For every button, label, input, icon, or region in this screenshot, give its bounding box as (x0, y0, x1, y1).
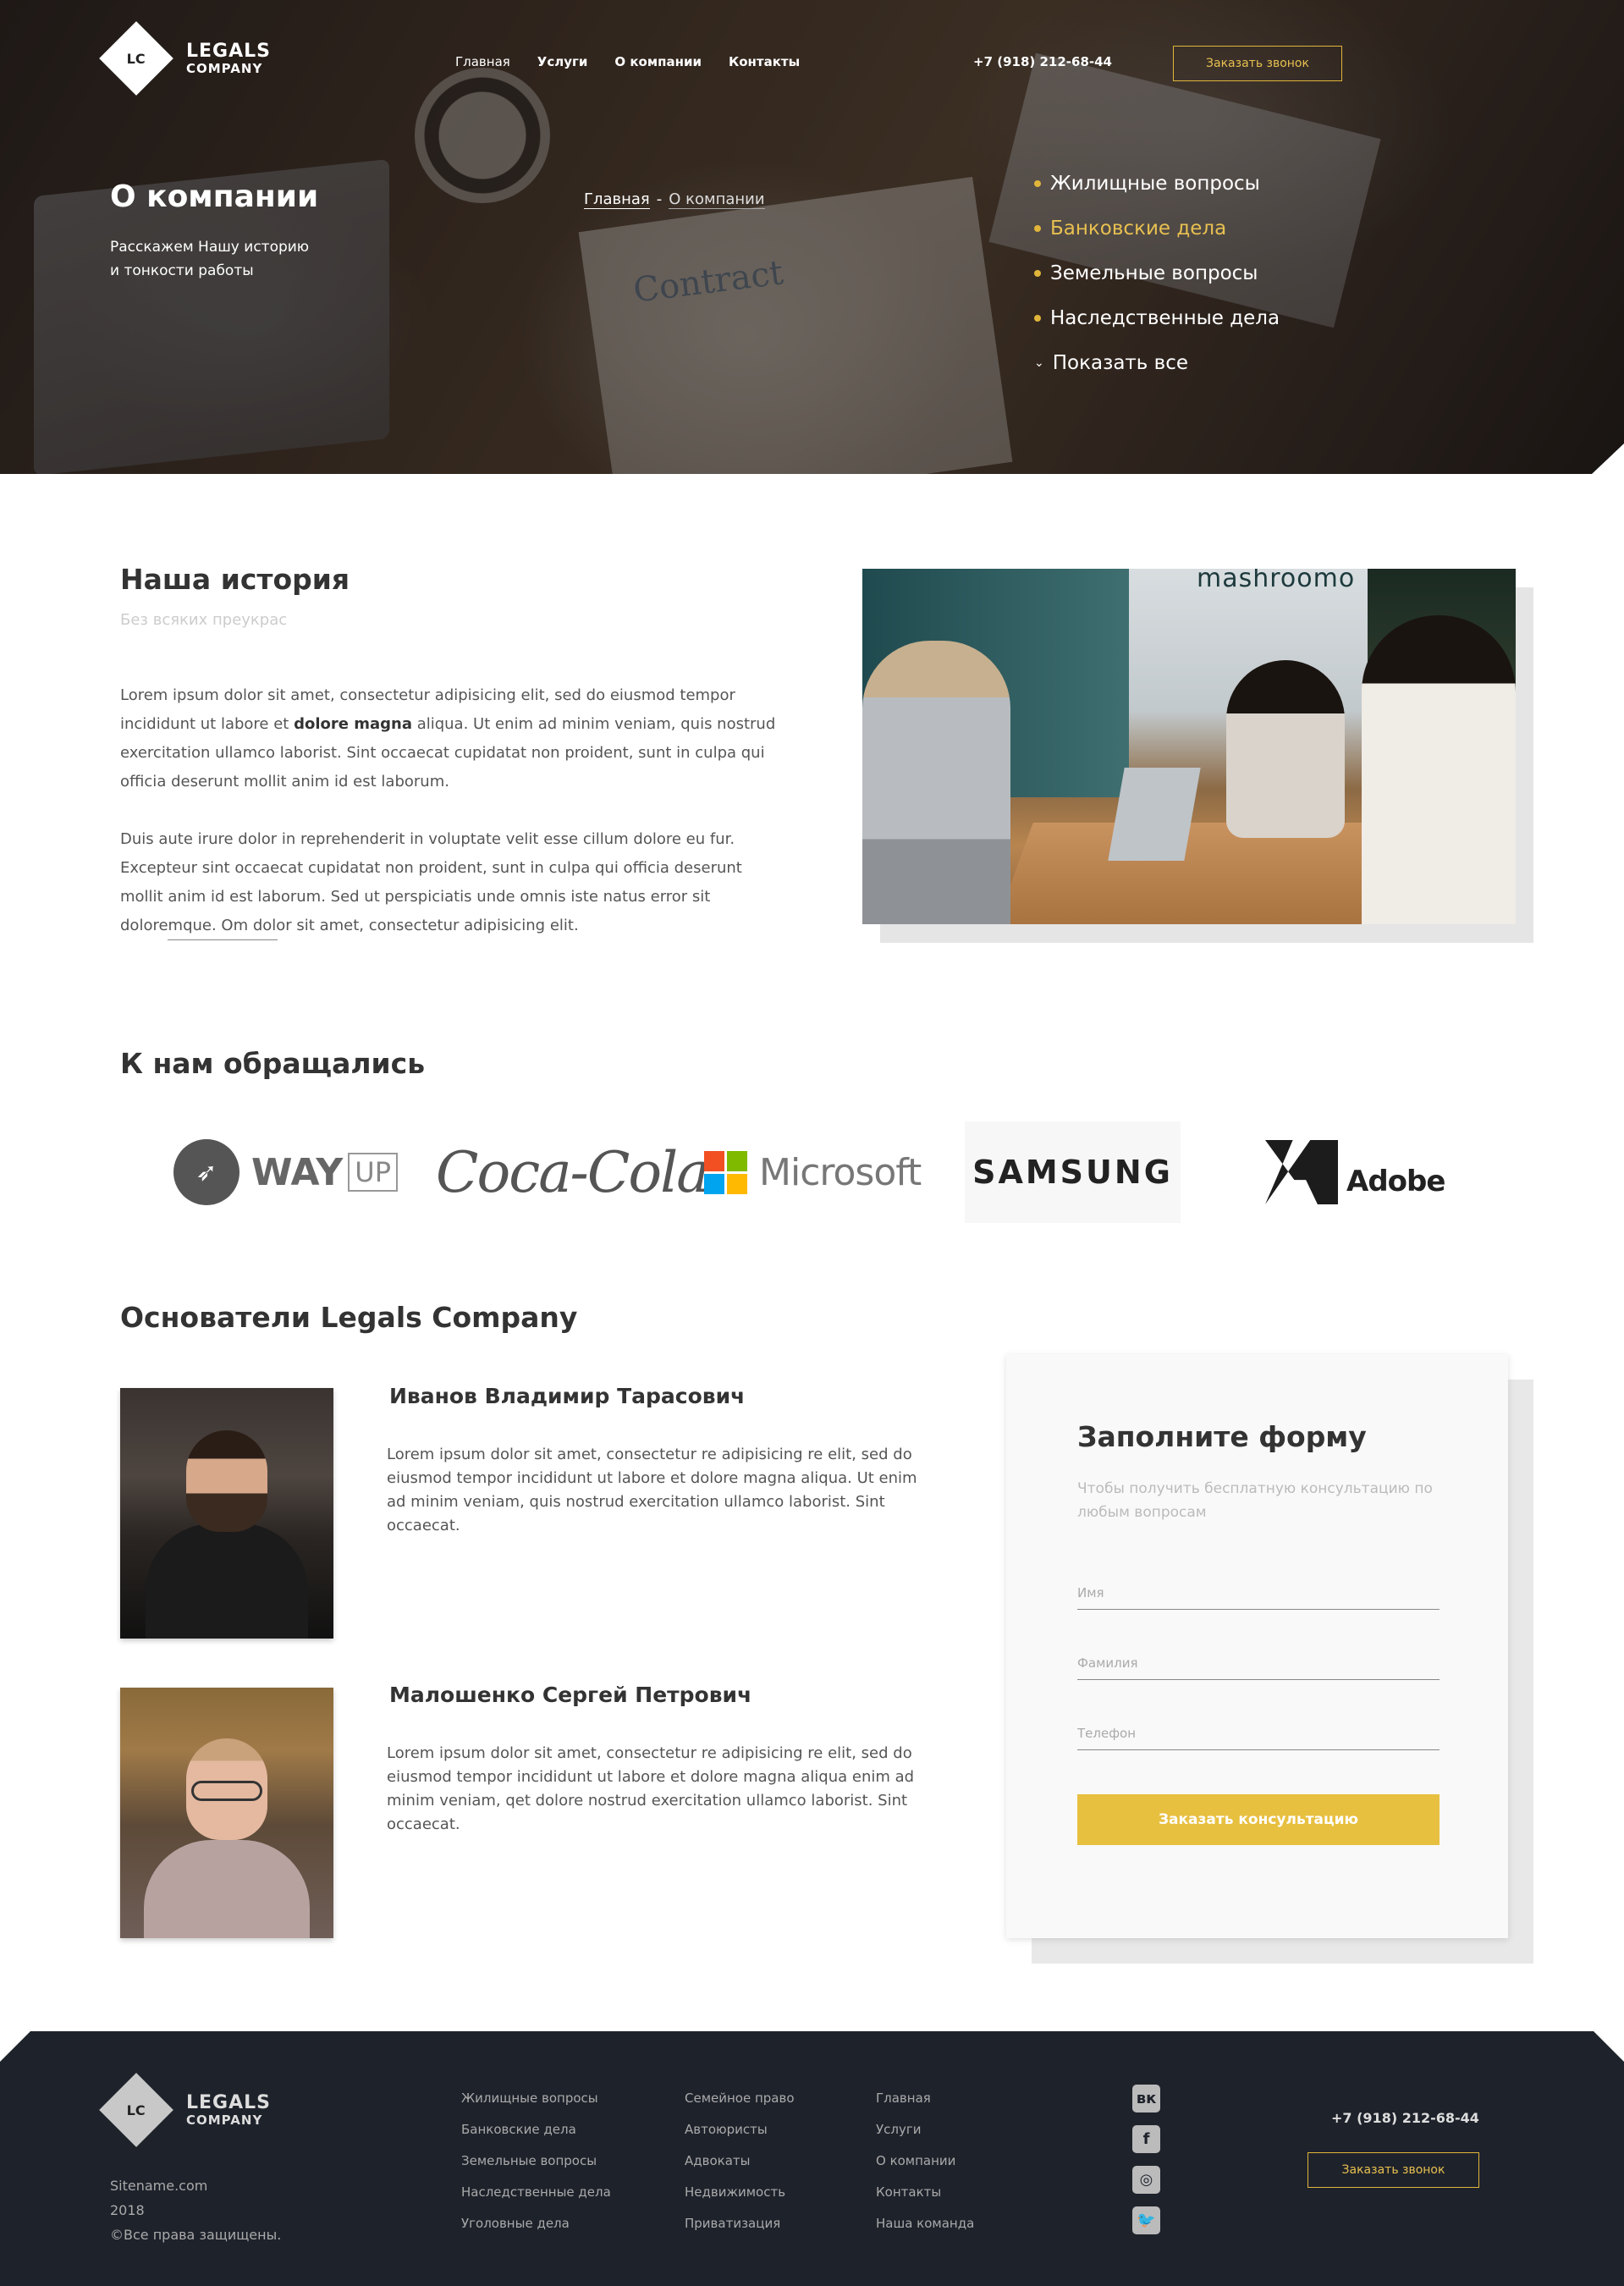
nav-services[interactable]: Услуги (537, 54, 588, 69)
office-meeting-image: mashroomo (862, 569, 1516, 924)
breadcrumb-current: О компании (669, 190, 765, 209)
story-paragraph-1: Lorem ipsum dolor sit amet, consectetur … (120, 686, 776, 790)
story-title: Наша история (120, 563, 350, 596)
coca-cola-logo: Coca-Cola (436, 1139, 710, 1205)
service-item-inheritance[interactable]: Наследственные дела (1034, 295, 1280, 340)
clients-title: К нам обращались (120, 1047, 426, 1080)
logo[interactable]: LC LEGALS COMPANY (99, 21, 271, 96)
founder-bio-2: Lorem ipsum dolor sit amet, consectetur … (387, 1744, 915, 1833)
breadcrumb-separator: - (656, 190, 663, 208)
microsoft-logo: Microsoft (704, 1121, 922, 1223)
footer-rights: ©Все права защищены. (110, 2227, 282, 2243)
footer-services-column: Жилищные вопросы Банковские дела Земельн… (461, 2090, 611, 2247)
rocket-icon: ➶ (173, 1139, 239, 1205)
callback-button[interactable]: Заказать звонок (1173, 46, 1342, 81)
surname-field[interactable] (1077, 1646, 1440, 1680)
nav-about[interactable]: О компании (614, 54, 702, 69)
hero-paper-image (578, 176, 1013, 474)
service-item-banking[interactable]: Банковские дела (1034, 206, 1280, 251)
wayup-logo: ➶ WAY UP (173, 1121, 398, 1223)
hero-corner-notch (1592, 443, 1624, 474)
name-field[interactable] (1077, 1576, 1440, 1610)
footer-nav-column: Главная Услуги О компании Контакты Наша … (876, 2090, 974, 2247)
footer-site-name[interactable]: Sitename.com (110, 2173, 281, 2198)
twitter-icon[interactable]: 🐦 (1132, 2206, 1160, 2234)
logo-mark: LC (99, 2073, 173, 2147)
footer-corner-right (1594, 2031, 1624, 2062)
social-links: вк f ◎ 🐦 (1132, 2085, 1160, 2247)
footer-site-info: Sitename.com 2018 ©Все права защищены. (110, 2173, 281, 2247)
founder-name-1: Иванов Владимир Тарасович (389, 1384, 746, 1408)
services-list: Жилищные вопросы Банковские дела Земельн… (1034, 161, 1280, 385)
founders-title: Основатели Legals Company (120, 1301, 578, 1334)
header-phone[interactable]: +7 (918) 212-68-44 (973, 54, 1112, 69)
founder-photo-1 (120, 1388, 333, 1639)
footer-law-column: Семейное право Автоюристы Адвокаты Недви… (685, 2090, 795, 2247)
footer-link[interactable]: Главная (876, 2090, 974, 2122)
story-paragraph-2: Duis aute irure dolor in reprehenderit i… (120, 830, 742, 934)
service-item-housing[interactable]: Жилищные вопросы (1034, 161, 1280, 206)
breadcrumb-home[interactable]: Главная (584, 190, 650, 209)
footer-link[interactable]: Жилищные вопросы (461, 2090, 611, 2122)
instagram-icon[interactable]: ◎ (1132, 2166, 1160, 2194)
footer-link[interactable]: Наша команда (876, 2216, 974, 2247)
adobe-icon (1265, 1140, 1338, 1204)
story-subtitle: Без всяких преукрас (120, 611, 288, 629)
footer-link[interactable]: Семейное право (685, 2090, 795, 2122)
nav-home[interactable]: Главная (455, 54, 510, 69)
footer-link[interactable]: Банковские дела (461, 2122, 611, 2153)
text-underline (168, 939, 278, 940)
hero-cup-image (415, 68, 550, 203)
footer-corner-left (0, 2031, 30, 2062)
bullet-icon (1034, 269, 1041, 277)
footer-link[interactable]: Недвижимость (685, 2184, 795, 2216)
hero-contract-text: Contract (630, 253, 786, 311)
chevron-down-icon: ⌄ (1034, 355, 1044, 370)
facebook-icon[interactable]: f (1132, 2125, 1160, 2153)
footer-link[interactable]: О компании (876, 2153, 974, 2184)
adobe-logo: Adobe (1265, 1121, 1445, 1223)
show-all-link[interactable]: ⌄ Показать все (1034, 340, 1280, 385)
footer-link[interactable]: Уголовные дела (461, 2216, 611, 2247)
footer-link[interactable]: Приватизация (685, 2216, 795, 2247)
founder-photo-2 (120, 1688, 333, 1938)
footer-link[interactable]: Адвокаты (685, 2153, 795, 2184)
order-consultation-button[interactable]: Заказать консультацию (1077, 1794, 1440, 1845)
phone-field[interactable] (1077, 1716, 1440, 1750)
form-title: Заполните форму (1077, 1420, 1367, 1453)
page-subtitle: Расскажем Нашу историю и тонкости работы (110, 239, 310, 279)
logo-text: LEGALS COMPANY (186, 40, 271, 76)
founder-name-2: Малошенко Сергей Петрович (389, 1683, 752, 1707)
bullet-icon (1034, 314, 1041, 322)
nav-contacts[interactable]: Контакты (729, 54, 800, 69)
page-title: О компании (110, 179, 319, 214)
image-sign-text: mashroomo (1197, 569, 1356, 593)
client-logos: ➶ WAY UP Coca-Cola Microsoft SAMSUNG Ado… (148, 1121, 1468, 1223)
logo-mark: LC (99, 21, 173, 96)
bullet-icon (1034, 179, 1041, 187)
bullet-icon (1034, 224, 1041, 232)
footer-year: 2018 (110, 2202, 145, 2218)
form-subtitle: Чтобы получить бесплатную консультацию п… (1077, 1480, 1433, 1521)
footer-logo[interactable]: LC LEGALS COMPANY (99, 2073, 271, 2147)
main-nav: Главная Услуги О компании Контакты (455, 54, 800, 69)
footer-link[interactable]: Автоюристы (685, 2122, 795, 2153)
samsung-logo: SAMSUNG (965, 1121, 1181, 1223)
footer-link[interactable]: Земельные вопросы (461, 2153, 611, 2184)
footer-link[interactable]: Контакты (876, 2184, 974, 2216)
story-text: Lorem ipsum dolor sit amet, consectetur … (120, 681, 789, 940)
service-item-land[interactable]: Земельные вопросы (1034, 251, 1280, 295)
footer-link[interactable]: Наследственные дела (461, 2184, 611, 2216)
footer-phone[interactable]: +7 (918) 212-68-44 (1331, 2110, 1479, 2126)
footer-link[interactable]: Услуги (876, 2122, 974, 2153)
vk-icon[interactable]: вк (1132, 2085, 1160, 2112)
consultation-form: Заполните форму Чтобы получить бесплатну… (1006, 1354, 1508, 1938)
founder-bio-1: Lorem ipsum dolor sit amet, consectetur … (387, 1446, 917, 1534)
footer-callback-button[interactable]: Заказать звонок (1307, 2152, 1479, 2188)
breadcrumb: Главная - О компании (584, 190, 765, 209)
microsoft-windows-icon (704, 1150, 747, 1194)
